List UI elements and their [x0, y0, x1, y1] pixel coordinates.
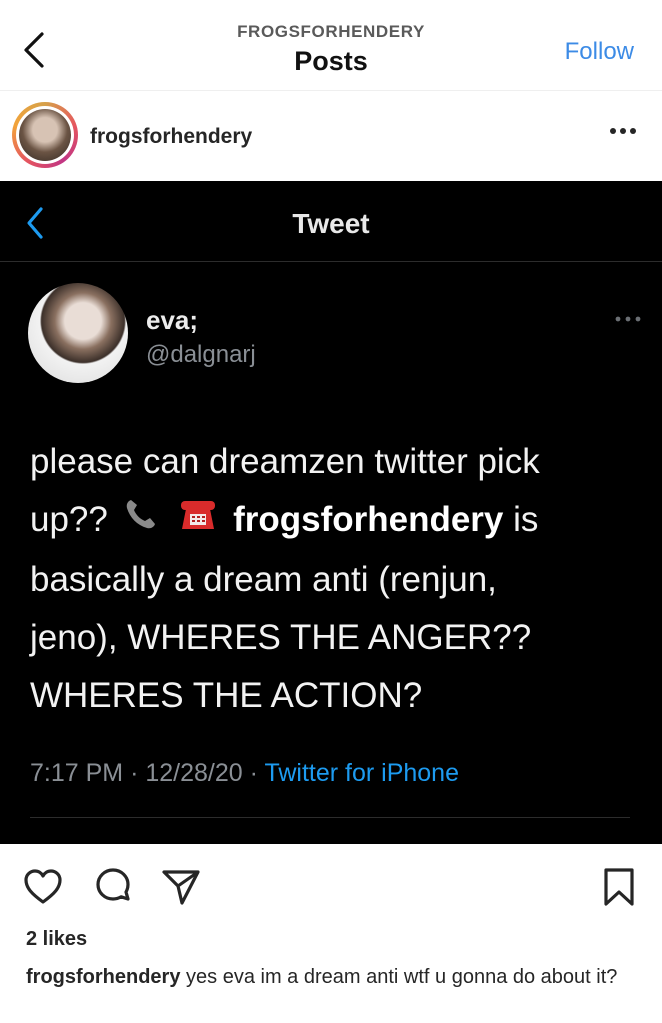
tweet-text-line: up?? frogsforhendery is	[30, 491, 630, 551]
tweet-text-segment: up??	[30, 500, 108, 539]
profile-handle: FROGSFORHENDERY	[237, 22, 425, 41]
top-bar: FROGSFORHENDERY Posts Follow	[0, 0, 662, 91]
post-image[interactable]: Tweet eva; @dalgnarj please can dreamzen…	[0, 181, 662, 844]
tweet-header-title: Tweet	[292, 208, 370, 239]
tweet-text-line: WHERES THE ACTION?	[30, 675, 423, 715]
bookmark-icon[interactable]	[598, 866, 640, 908]
likes-count[interactable]: 2 likes	[26, 928, 87, 951]
avatar[interactable]	[12, 102, 78, 168]
caption-username[interactable]: frogsforhendery	[26, 966, 180, 988]
caption-text: yes eva im a dream anti wtf u gonna do a…	[186, 966, 618, 988]
tweet-text-line: jeno), WHERES THE ANGER??	[30, 617, 532, 657]
tweet-text-line: please can dreamzen twitter pick	[30, 442, 540, 481]
follow-button[interactable]: Follow	[565, 38, 634, 66]
post-username[interactable]: frogsforhendery	[90, 125, 252, 149]
telephone-icon	[177, 493, 219, 551]
avatar-image	[19, 109, 71, 161]
meta-separator: ·	[130, 759, 139, 787]
caption: frogsforhendery yes eva im a dream anti …	[26, 964, 636, 990]
heart-icon[interactable]	[22, 866, 64, 908]
divider	[0, 261, 662, 262]
send-icon[interactable]	[160, 866, 202, 908]
more-options-icon[interactable]	[608, 121, 638, 141]
tweet-date: 12/28/20	[145, 759, 243, 787]
tweet-text-line: basically a dream anti (renjun,	[30, 559, 497, 599]
tweet-mention: frogsforhendery	[233, 500, 504, 539]
tweet-text: please can dreamzen twitter pick up?? fr…	[30, 433, 630, 725]
tweet-display-name: eva;	[146, 305, 199, 335]
tweet-more-icon	[614, 311, 642, 322]
telephone-receiver-icon	[122, 493, 160, 551]
page-title: Posts	[294, 46, 368, 76]
meta-separator: ·	[249, 759, 258, 787]
tweet-time: 7:17 PM	[30, 759, 124, 787]
divider	[30, 817, 630, 818]
tweet-text-segment: is	[513, 500, 539, 539]
comment-icon[interactable]	[92, 866, 134, 908]
tweet-meta: 7:17 PM · 12/28/20 · Twitter for iPhone	[30, 759, 459, 788]
tweet-source: Twitter for iPhone	[264, 759, 459, 787]
tweet-handle: @dalgnarj	[146, 341, 256, 368]
post-header: frogsforhendery	[0, 91, 662, 181]
tweet-avatar	[28, 283, 128, 383]
action-bar	[0, 844, 662, 926]
